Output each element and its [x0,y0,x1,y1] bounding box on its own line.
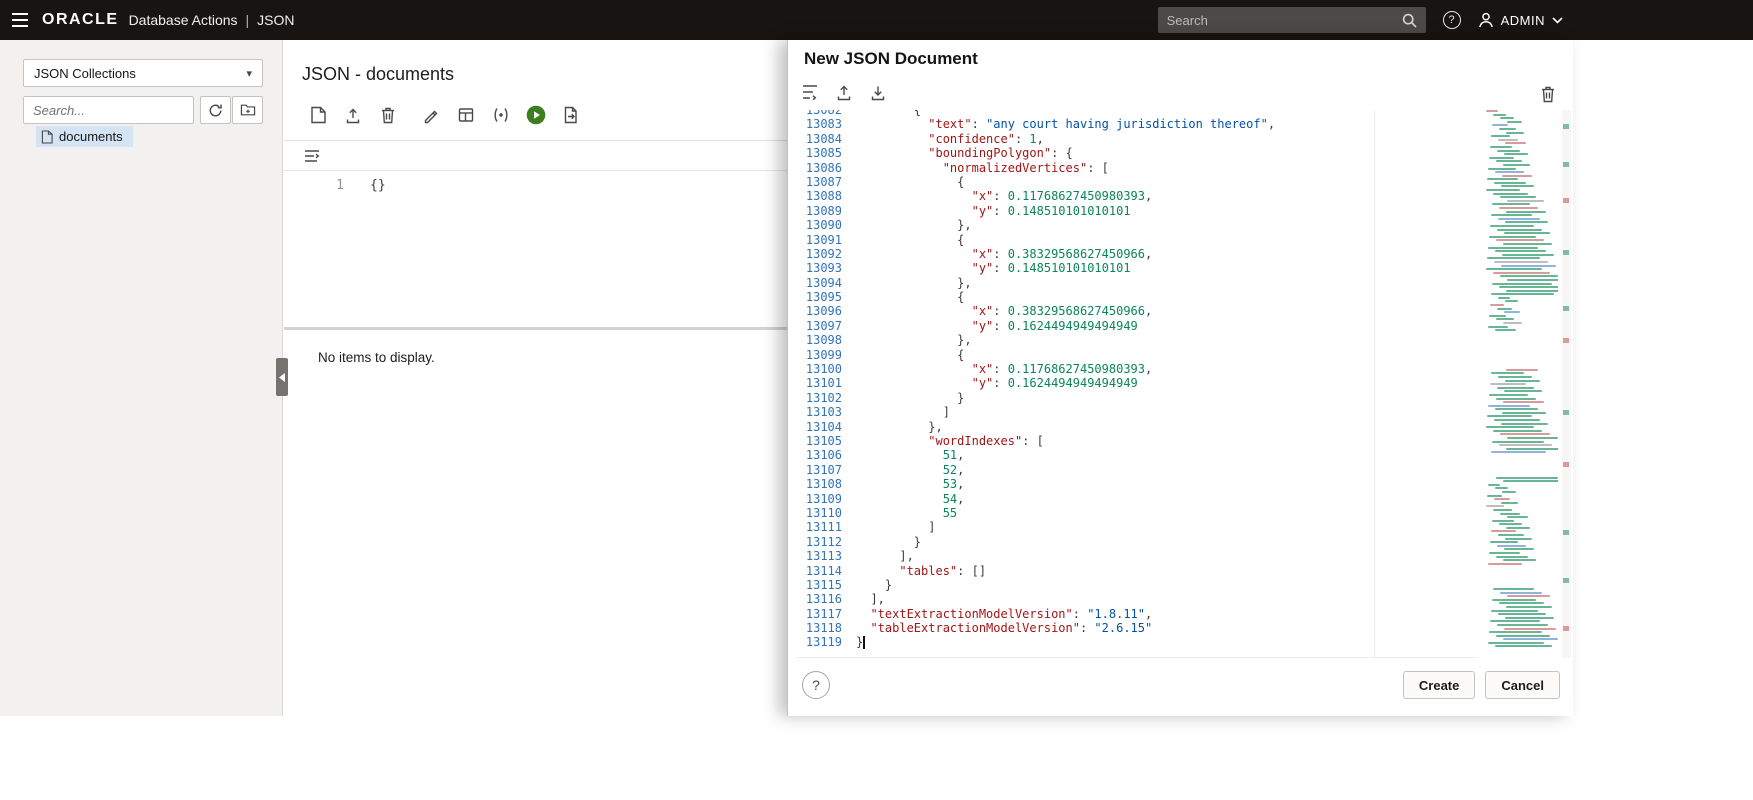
oracle-logo: ORACLE [42,11,119,28]
dialog-toolbar [800,82,888,102]
code-line: 13082 { [805,110,922,117]
import-document-button[interactable] [343,105,363,125]
dialog-footer: ? Create Cancel [788,660,1574,710]
code-line: 13101 "y": 0.1624494949494949 [805,376,1138,391]
code-line: 13109 54, [805,491,965,506]
code-line: 13085 "boundingPolygon": { [805,146,1073,161]
refresh-button[interactable] [200,96,231,124]
code-line: 13096 "x": 0.38329568627450966, [805,304,1153,319]
code-line: 13102 } [805,390,965,405]
create-button[interactable]: Create [1402,671,1476,699]
dialog-help-button[interactable]: ? [802,671,830,699]
refresh-icon [208,103,223,118]
chevron-down-icon [1552,16,1563,24]
code-line: 13106 51, [805,448,965,463]
user-menu[interactable]: ADMIN [1478,12,1563,28]
new-collection-button[interactable] [232,96,263,124]
cancel-button[interactable]: Cancel [1485,671,1560,699]
page-title: JSON - documents [302,64,455,84]
code-line: 13098 }, [805,333,972,348]
search-icon[interactable] [1402,13,1417,28]
global-search [1157,7,1426,33]
document-icon [41,129,53,144]
code-line: 13113 ], [805,549,914,564]
new-json-document-dialog: New JSON Document 13082 {13083 "text": "… [787,40,1573,716]
code-line: 13084 "confidence": 1, [805,131,1044,146]
code-line: 13117 "textExtractionModelVersion": "1.8… [805,606,1153,621]
screen: ORACLE Database Actions | JSON ? ADMIN [0,0,1753,800]
text-cursor [863,636,866,650]
code-line: 13104 }, [805,419,943,434]
edit-collection-button[interactable] [421,105,441,125]
code-line: 13092 "x": 0.38329568627450966, [805,246,1153,261]
clear-document-button[interactable] [1538,84,1558,104]
code-line: 13089 "y": 0.148510101010101 [805,203,1131,218]
tree-item-documents[interactable]: documents [36,126,133,147]
collection-toolbar [308,101,581,129]
format-json-button[interactable] [800,82,820,102]
upload-file-button[interactable] [834,82,854,102]
delete-button[interactable] [378,105,398,125]
code-line: 13094 }, [805,275,972,290]
code-line: 13087 { [805,174,965,189]
user-icon [1478,12,1494,28]
document-editor[interactable]: 13082 {13083 "text": "any court having j… [796,110,1478,658]
editor-options-icon[interactable] [302,146,322,166]
export-button[interactable] [561,105,581,125]
global-search-input[interactable] [1166,12,1402,28]
code-line: 13093 "y": 0.148510101010101 [805,261,1131,276]
collections-search-input[interactable] [23,96,194,124]
code-line: 13083 "text": "any court having jurisdic… [805,117,1276,132]
code-line: 13100 "x": 0.11768627450980393, [805,362,1153,377]
code-line: 13112 } [805,534,922,549]
menu-button[interactable] [0,0,40,40]
user-name: ADMIN [1500,12,1545,28]
code-line: 13103 ] [805,405,950,420]
sidebar-collapse-handle[interactable] [276,358,288,396]
top-bar: ORACLE Database Actions | JSON ? ADMIN [0,0,1753,40]
minimap[interactable] [1482,110,1558,658]
code-line: 13114 "tables": [] [805,563,987,578]
diagram-button[interactable] [456,105,476,125]
run-query-button[interactable] [526,105,546,125]
sidebar: JSON Collections ▾ documents [0,40,283,716]
code-line: 13108 53, [805,477,965,492]
code-line: 13091 { [805,232,965,247]
hamburger-icon [11,13,29,27]
code-line: 13095 { [805,290,965,305]
code-line: 13110 55 [805,505,958,520]
dialog-title: New JSON Document [804,49,978,68]
new-document-button[interactable] [308,105,328,125]
code-line: 13097 "y": 0.1624494949494949 [805,318,1138,333]
query-code: {} [370,178,386,193]
chevron-left-icon [279,372,285,382]
document-editor-lines: 13082 {13083 "text": "any court having j… [796,110,1478,650]
code-line: 13099 { [805,347,965,362]
query-line-number: 1 [336,178,344,193]
app-title: Database Actions [128,12,238,28]
folder-plus-icon [240,103,256,117]
code-line: 13090 }, [805,218,972,233]
code-line: 13115 } [805,577,893,592]
code-line: 13086 "normalizedVertices": [ [805,160,1109,175]
code-line: 13116 ], [805,592,885,607]
help-icon[interactable]: ? [1442,11,1461,29]
tree-item-label: documents [59,129,123,144]
chevron-down-icon: ▾ [246,67,252,80]
topbar-right-cluster: ? ADMIN [1157,0,1563,40]
code-line: 13107 52, [805,462,965,477]
code-line: 13088 "x": 0.11768627450980393, [805,189,1153,204]
code-line: 13119} [805,635,866,650]
empty-results-message: No items to display. [318,350,435,365]
title-divider: | [245,12,250,28]
code-line: 13111 ] [805,520,936,535]
qbe-button[interactable] [491,105,511,125]
overview-ruler[interactable] [1562,110,1571,658]
section-title: JSON [257,12,295,28]
code-line: 13118 "tableExtractionModelVersion": "2.… [805,621,1153,636]
download-file-button[interactable] [868,82,888,102]
collections-select[interactable]: JSON Collections ▾ [23,59,263,87]
code-line: 13105 "wordIndexes": [ [805,433,1044,448]
collections-select-label: JSON Collections [34,65,136,81]
